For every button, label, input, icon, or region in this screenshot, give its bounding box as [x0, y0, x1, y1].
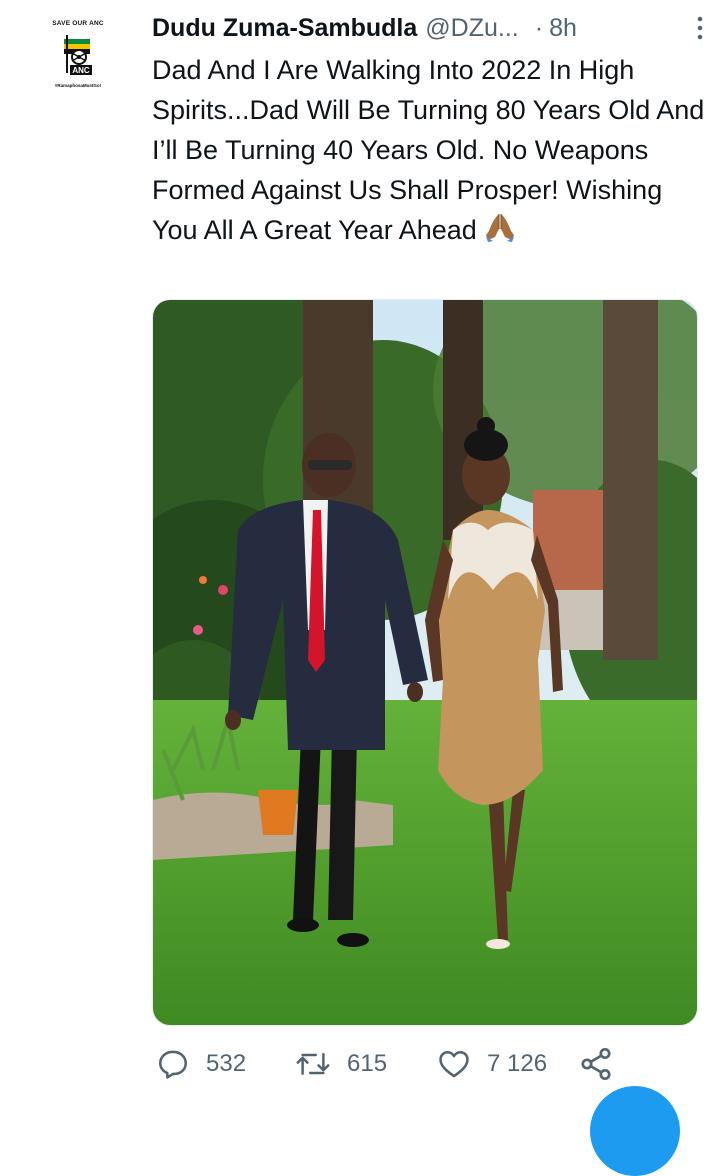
tweet-header: Dudu Zuma-Sambudla @DZu... · 8h [152, 12, 712, 44]
display-name[interactable]: Dudu Zuma-Sambudla [152, 14, 417, 43]
header-separator: · [534, 13, 544, 42]
retweet-button[interactable]: 615 [295, 1040, 387, 1088]
anc-logo-icon: ANC [64, 35, 92, 75]
tweet-actions: 532 615 7 126 [152, 1040, 712, 1088]
avatar-bottom-text: #RamaphosaMustGo! [54, 83, 102, 88]
avatar-top-text: SAVE OUR ANC [52, 20, 104, 27]
retweet-icon [296, 1053, 330, 1075]
reply-icon [158, 1050, 188, 1079]
tweet-text: Dad And I Are Walking Into 2022 In High … [152, 50, 712, 250]
retweet-count: 615 [347, 1050, 388, 1077]
compose-fab[interactable] [590, 1086, 680, 1176]
like-button[interactable]: 7 126 [437, 1040, 547, 1088]
folded-hands-icon [485, 214, 514, 242]
share-button[interactable] [578, 1040, 614, 1088]
user-handle[interactable]: @DZu... [425, 14, 518, 43]
share-icon [581, 1047, 611, 1081]
more-vertical-icon[interactable] [688, 14, 712, 42]
like-count: 7 126 [487, 1050, 548, 1077]
photo-illustration [153, 300, 697, 1025]
tweet-body: Dad And I Are Walking Into 2022 In High … [152, 55, 705, 245]
tweet-photo[interactable] [152, 299, 698, 1026]
reply-button[interactable]: 532 [156, 1040, 246, 1088]
author-avatar[interactable]: SAVE OUR ANC ANC #RamaphosaMustGo! [40, 10, 116, 110]
tweet-timestamp[interactable]: 8h [549, 14, 577, 43]
reply-count: 532 [206, 1050, 247, 1077]
logo-text: ANC [72, 66, 90, 75]
heart-icon [439, 1050, 469, 1078]
